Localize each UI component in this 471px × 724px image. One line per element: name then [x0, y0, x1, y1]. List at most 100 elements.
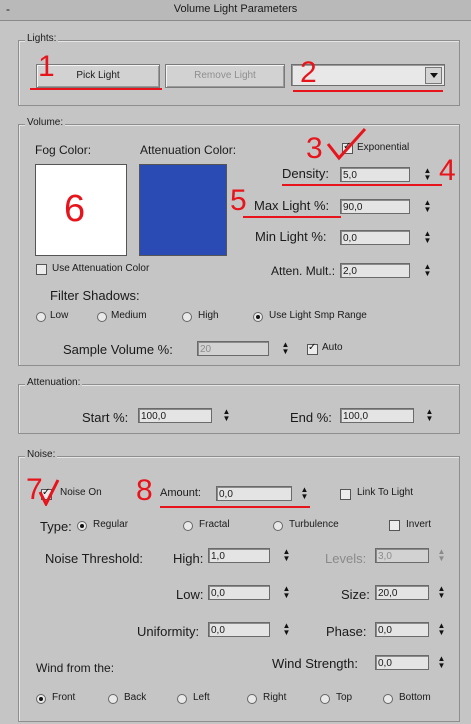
end-spinner[interactable]: ▲ ▼	[425, 408, 434, 423]
max-light-label: Max Light %:	[254, 198, 330, 213]
size-spinner[interactable]: ▲ ▼	[437, 585, 446, 600]
type-turbulence-radio[interactable]	[273, 521, 283, 531]
sample-volume-spinner[interactable]: ▲ ▼	[281, 341, 290, 356]
atten-mult-field[interactable]: 2,0	[340, 263, 410, 278]
amount-spinner[interactable]: ▲ ▼	[300, 486, 309, 501]
attenuation-group-label: Attenuation:	[25, 377, 83, 388]
wind-bottom-radio[interactable]	[383, 694, 393, 704]
filter-high-radio[interactable]	[182, 312, 192, 322]
wind-right-radio[interactable]	[247, 694, 257, 704]
type-label: Type:	[40, 519, 72, 534]
rollout-title: Volume Light Parameters	[173, 3, 298, 15]
levels-spinner[interactable]: ▲ ▼	[437, 548, 446, 563]
density-spinner[interactable]: ▲ ▼	[423, 167, 432, 182]
annotation-underline-4	[282, 184, 442, 186]
end-label: End %:	[290, 410, 332, 425]
noise-group-label: Noise:	[25, 449, 58, 460]
wind-top-label: Top	[336, 692, 353, 703]
max-light-spinner[interactable]: ▲ ▼	[423, 199, 432, 214]
low-field[interactable]: 0,0	[208, 585, 270, 600]
lights-group-label: Lights:	[25, 33, 59, 44]
low-spinner[interactable]: ▲ ▼	[282, 585, 291, 600]
use-attenuation-color-label: Use Attenuation Color	[52, 263, 150, 274]
attenuation-color-swatch[interactable]	[139, 164, 227, 256]
title-bar[interactable]: - Volume Light Parameters	[0, 0, 471, 21]
wind-left-label: Left	[193, 692, 210, 703]
wind-right-label: Right	[263, 692, 287, 703]
size-label: Size:	[341, 587, 370, 602]
levels-label: Levels:	[325, 551, 367, 566]
invert-checkbox[interactable]	[389, 520, 400, 531]
type-turbulence-label: Turbulence	[289, 519, 339, 530]
noise-on-label: Noise On	[60, 487, 102, 498]
wind-strength-spinner[interactable]: ▲ ▼	[437, 655, 446, 670]
type-regular-label: Regular	[93, 519, 129, 530]
noise-threshold-label: Noise Threshold:	[45, 551, 144, 566]
wind-back-label: Back	[124, 692, 147, 703]
annotation-underline-2	[293, 90, 443, 92]
phase-spinner[interactable]: ▲ ▼	[437, 622, 446, 637]
attenuation-color-label: Attenuation Color:	[140, 143, 237, 157]
annotation-underline-1	[30, 88, 162, 90]
invert-label: Invert	[406, 519, 432, 530]
start-label: Start %:	[82, 410, 129, 425]
high-spinner[interactable]: ▲ ▼	[282, 548, 291, 563]
high-field[interactable]: 1,0	[208, 548, 270, 563]
use-attenuation-color-checkbox[interactable]	[36, 264, 47, 275]
density-label: Density:	[282, 166, 329, 181]
uniformity-label: Uniformity:	[137, 624, 200, 639]
auto-label: Auto	[322, 342, 343, 353]
min-light-field[interactable]: 0,0	[340, 230, 410, 245]
filter-use-light-smp-range-radio[interactable]	[253, 312, 263, 322]
wind-front-label: Front	[52, 692, 76, 703]
annotation-underline-5	[243, 216, 341, 218]
sample-volume-label: Sample Volume %:	[63, 342, 173, 357]
annotation-8: 8	[136, 474, 153, 507]
chevron-down-icon[interactable]	[425, 67, 442, 84]
wind-strength-field[interactable]: 0,0	[375, 655, 429, 670]
auto-checkbox[interactable]	[307, 342, 318, 355]
wind-top-radio[interactable]	[320, 694, 330, 704]
annotation-1: 1	[38, 50, 55, 83]
filter-use-light-smp-range-label: Use Light Smp Range	[269, 310, 367, 321]
remove-light-button[interactable]: Remove Light	[165, 64, 285, 88]
atten-mult-spinner[interactable]: ▲ ▼	[423, 263, 432, 278]
annotation-2: 2	[300, 56, 317, 89]
annotation-4: 4	[439, 154, 456, 187]
size-field[interactable]: 20,0	[375, 585, 429, 600]
annotation-3: 3	[306, 132, 323, 165]
annotation-5: 5	[230, 184, 247, 217]
phase-label: Phase:	[326, 624, 367, 639]
max-light-field[interactable]: 90,0	[340, 199, 410, 214]
filter-shadows-label: Filter Shadows:	[50, 288, 140, 303]
volume-group-label: Volume:	[25, 117, 66, 128]
link-to-light-checkbox[interactable]	[340, 489, 351, 500]
uniformity-spinner[interactable]: ▲ ▼	[282, 622, 291, 637]
filter-low-radio[interactable]	[36, 312, 46, 322]
min-light-spinner[interactable]: ▲ ▼	[423, 230, 432, 245]
type-fractal-radio[interactable]	[183, 521, 193, 531]
start-spinner[interactable]: ▲ ▼	[222, 408, 231, 423]
type-regular-radio[interactable]	[77, 521, 87, 531]
levels-field[interactable]: 3,0	[375, 548, 429, 563]
sample-volume-field[interactable]: 20	[197, 341, 269, 356]
uniformity-field[interactable]: 0,0	[208, 622, 270, 637]
wind-back-radio[interactable]	[108, 694, 118, 704]
start-field[interactable]: 100,0	[138, 408, 212, 423]
atten-mult-label: Atten. Mult.:	[271, 264, 336, 278]
high-label: High:	[173, 551, 204, 566]
wind-front-radio[interactable]	[36, 694, 46, 704]
filter-medium-radio[interactable]	[97, 312, 107, 322]
annotation-underline-8	[160, 506, 310, 508]
link-to-light-label: Link To Light	[357, 487, 413, 498]
wind-bottom-label: Bottom	[399, 692, 431, 703]
density-field[interactable]: 5,0	[340, 167, 410, 182]
annotation-6: 6	[64, 188, 86, 230]
wind-from-label: Wind from the:	[36, 661, 115, 675]
filter-medium-label: Medium	[111, 310, 147, 321]
end-field[interactable]: 100,0	[340, 408, 414, 423]
wind-left-radio[interactable]	[177, 694, 187, 704]
phase-field[interactable]: 0,0	[375, 622, 429, 637]
amount-field[interactable]: 0,0	[216, 486, 292, 501]
fog-color-label: Fog Color:	[35, 143, 92, 157]
